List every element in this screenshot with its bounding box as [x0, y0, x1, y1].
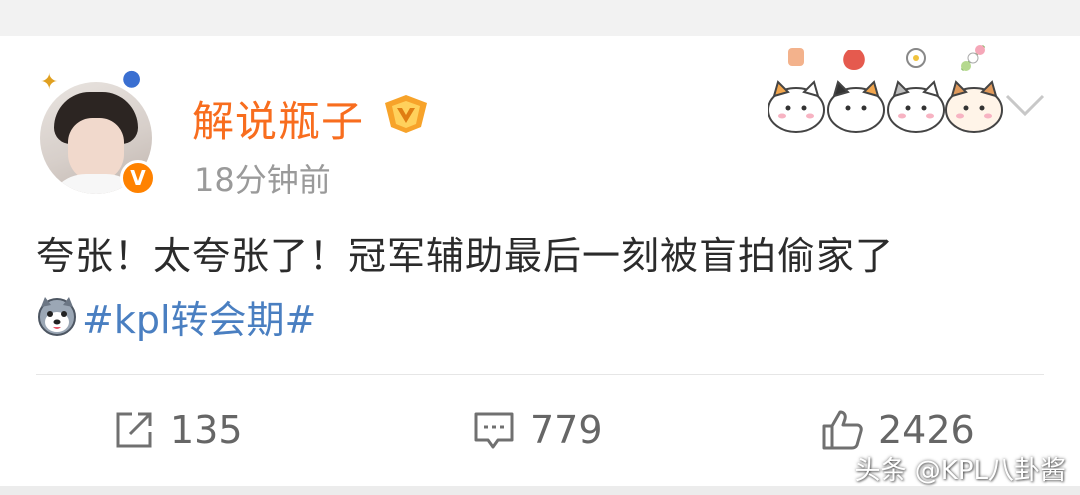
- cat-sticker-icon: [827, 50, 885, 133]
- husky-emoji-icon: [38, 297, 76, 336]
- comment-button[interactable]: 779: [472, 405, 603, 455]
- cat-sticker-icon: [945, 44, 1003, 133]
- level-badge-icon: [385, 95, 427, 133]
- avatar-decoration-icon: ●: [122, 66, 142, 91]
- avatar-face: [68, 118, 124, 182]
- verified-badge: V: [120, 160, 156, 196]
- cat-sticker-icon: [887, 48, 945, 133]
- avatar-decoration-icon: ✦: [40, 70, 59, 95]
- topic-link[interactable]: #kpl转会期#: [82, 289, 316, 344]
- cat-sticker-decoration: [768, 44, 1003, 133]
- bottom-separator: [0, 486, 1080, 495]
- comment-icon: [474, 412, 514, 449]
- author-avatar[interactable]: ✦ ● V: [40, 68, 156, 196]
- divider: [36, 374, 1044, 375]
- comment-count: 779: [530, 408, 603, 452]
- like-count: 2426: [878, 408, 975, 452]
- author-name[interactable]: 解说瓶子: [192, 88, 364, 149]
- cat-sticker-icon: [768, 48, 825, 133]
- like-button[interactable]: 2426: [820, 405, 975, 455]
- topic-row: #kpl转会期#: [36, 290, 316, 342]
- post-time: 18分钟前: [194, 161, 331, 199]
- repost-count: 135: [170, 408, 243, 452]
- post-text: 夸张！太夸张了！冠军辅助最后一刻被盲拍偷家了: [36, 234, 895, 278]
- chevron-down-icon[interactable]: [1004, 92, 1046, 118]
- source-watermark: 头条 @KPL八卦酱: [854, 456, 1066, 486]
- repost-icon: [116, 412, 152, 448]
- repost-button[interactable]: 135: [112, 405, 243, 455]
- thumbs-up-icon: [822, 410, 863, 450]
